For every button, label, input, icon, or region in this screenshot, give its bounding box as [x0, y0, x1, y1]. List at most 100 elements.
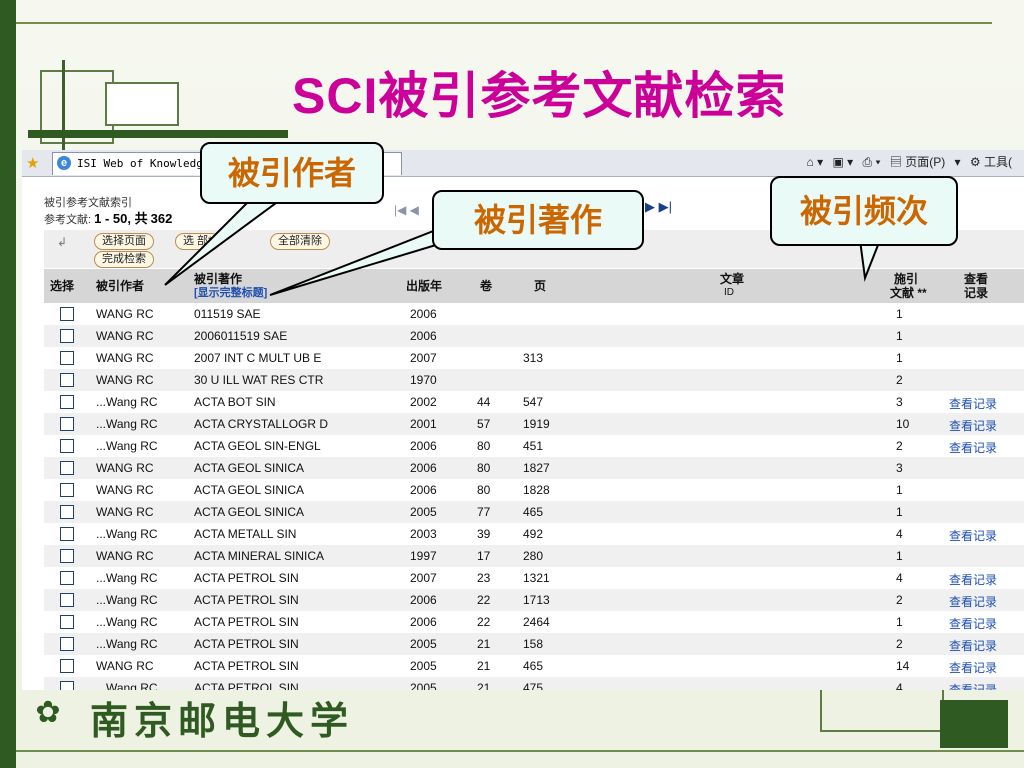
cell-cited-count: 14 [896, 659, 910, 673]
view-record-link[interactable]: 查看记录 [949, 417, 997, 434]
header-cited-count: 施引 [894, 272, 919, 286]
table-row: WANG RC ACTA MINERAL SINICA 1997 17 280 1 [44, 545, 1024, 567]
print-icon[interactable]: ⎙ ▾ [863, 155, 881, 169]
row-checkbox[interactable] [60, 461, 74, 475]
cell-cited-author: WANG RC [96, 659, 154, 673]
row-checkbox[interactable] [60, 571, 74, 585]
table-row: WANG RC ACTA GEOL SINICA 2005 77 465 1 [44, 501, 1024, 523]
pager-first-prev-icon[interactable]: |◀ ◀ [394, 203, 419, 217]
page-menu[interactable]: ▤ 页面(P) ▾ [890, 155, 961, 169]
callout-cited-frequency: 被引频次 [770, 176, 958, 246]
table-row: WANG RC 011519 SAE 2006 1 [44, 303, 1024, 325]
cell-cited-author: ...Wang RC [96, 395, 158, 409]
ie-icon: e [57, 156, 71, 170]
clear-all-button[interactable]: 全部清除 [270, 233, 330, 250]
favorites-star-icon[interactable]: ★ [26, 154, 39, 172]
cell-page: 1828 [523, 483, 550, 497]
row-checkbox[interactable] [60, 395, 74, 409]
row-checkbox[interactable] [60, 505, 74, 519]
row-checkbox[interactable] [60, 615, 74, 629]
row-checkbox[interactable] [60, 483, 74, 497]
cell-volume: 80 [477, 461, 491, 475]
cell-volume: 80 [477, 439, 491, 453]
view-record-link[interactable]: 查看记录 [949, 439, 997, 456]
cell-cited-count: 1 [896, 483, 903, 497]
cell-page: 492 [523, 527, 544, 541]
cell-year: 2005 [410, 681, 437, 690]
table-row: ...Wang RC ACTA PETROL SIN 2007 23 1321 4 查看记录 [44, 567, 1024, 589]
cell-year: 1970 [410, 373, 437, 387]
cell-year: 2006 [410, 483, 437, 497]
cell-cited-author: ...Wang RC [96, 637, 158, 651]
row-checkbox[interactable] [60, 307, 74, 321]
school-name: 南京邮电大学 [90, 698, 355, 743]
view-record-link[interactable]: 查看记录 [949, 637, 997, 654]
cell-cited-count: 3 [896, 461, 903, 475]
row-checkbox[interactable] [60, 439, 74, 453]
cell-cited-work: ACTA MINERAL SINICA [194, 549, 325, 563]
cell-page: 465 [523, 659, 544, 673]
row-checkbox[interactable] [60, 417, 74, 431]
row-checkbox[interactable] [60, 637, 74, 651]
cell-cited-count: 2 [896, 637, 903, 651]
row-checkbox[interactable] [60, 549, 74, 563]
cell-cited-work: 2006011519 SAE [194, 329, 288, 343]
cell-page: 1919 [523, 417, 550, 431]
row-checkbox[interactable] [60, 351, 74, 365]
cell-year: 2005 [410, 505, 437, 519]
cell-cited-author: WANG RC [96, 329, 154, 343]
show-full-title-link[interactable]: [显示完整标题] [194, 286, 267, 300]
table-row: ...Wang RC ACTA CRYSTALLOGR D 2001 57 1919 10… [44, 413, 1024, 435]
cell-cited-author: WANG RC [96, 483, 154, 497]
cell-cited-work: ACTA PETROL SIN [194, 681, 299, 690]
view-record-link[interactable]: 查看记录 [949, 659, 997, 676]
cell-cited-work: ACTA PETROL SIN [194, 659, 299, 673]
view-record-link[interactable]: 查看记录 [949, 593, 997, 610]
cell-year: 1997 [410, 549, 437, 563]
header-cited-work: 被引著作 [194, 272, 243, 286]
cell-volume: 77 [477, 505, 491, 519]
table-row: ...Wang RC ACTA METALL SIN 2003 39 492 4 查看记录 [44, 523, 1024, 545]
cell-cited-count: 1 [896, 329, 903, 343]
cell-year: 2006 [410, 615, 437, 629]
select-all-button[interactable]: 选 部* [175, 233, 221, 250]
decor-square [105, 82, 179, 126]
cell-cited-work: ACTA GEOL SIN-ENGL [194, 439, 321, 453]
cell-cited-work: ACTA GEOL SINICA [194, 505, 305, 519]
cell-cited-author: WANG RC [96, 505, 154, 519]
feeds-icon[interactable]: ▣ ▾ [832, 155, 853, 169]
cell-cited-author: ...Wang RC [96, 615, 158, 629]
tools-menu[interactable]: ⚙ 工具( [970, 155, 1018, 169]
table-header: 选择 被引作者 被引著作 [显示完整标题] 出版年 卷 页 文章 ID 施引 文… [44, 269, 1024, 303]
pager-next-last-icon[interactable]: ▶ ▶| [645, 199, 672, 215]
home-icon[interactable]: ⌂ ▾ [807, 155, 824, 169]
cell-volume: 21 [477, 681, 491, 690]
row-checkbox[interactable] [60, 593, 74, 607]
view-record-link[interactable]: 查看记录 [949, 681, 997, 690]
table-row: WANG RC 30 U ILL WAT RES CTR 1970 2 [44, 369, 1024, 391]
header-view: 查看 [964, 272, 989, 286]
row-checkbox[interactable] [60, 373, 74, 387]
row-checkbox[interactable] [60, 681, 74, 690]
view-record-link[interactable]: 查看记录 [949, 527, 997, 544]
select-page-button[interactable]: 选择页面 [94, 233, 154, 250]
row-checkbox[interactable] [60, 527, 74, 541]
row-checkbox[interactable] [60, 659, 74, 673]
cell-cited-work: 011519 SAE [194, 307, 261, 321]
cell-cited-count: 2 [896, 373, 903, 387]
cell-volume: 22 [477, 615, 491, 629]
cell-cited-author: WANG RC [96, 461, 154, 475]
results-range: 参考文献: 1 - 50, 共 362 [44, 211, 173, 226]
row-checkbox[interactable] [60, 329, 74, 343]
table-row: ...Wang RC ACTA PETROL SIN 2006 22 2464 1 查看记录 [44, 611, 1024, 633]
finish-search-button[interactable]: 完成检索 [94, 251, 154, 268]
cell-cited-count: 1 [896, 307, 903, 321]
view-record-link[interactable]: 查看记录 [949, 395, 997, 412]
view-record-link[interactable]: 查看记录 [949, 571, 997, 588]
table-row: ...Wang RC ACTA BOT SIN 2002 44 547 3 查看记录 [44, 391, 1024, 413]
cell-year: 2006 [410, 593, 437, 607]
view-record-link[interactable]: 查看记录 [949, 615, 997, 632]
cell-volume: 21 [477, 637, 491, 651]
header-article-id: ID [724, 287, 734, 298]
cell-cited-count: 1 [896, 505, 903, 519]
